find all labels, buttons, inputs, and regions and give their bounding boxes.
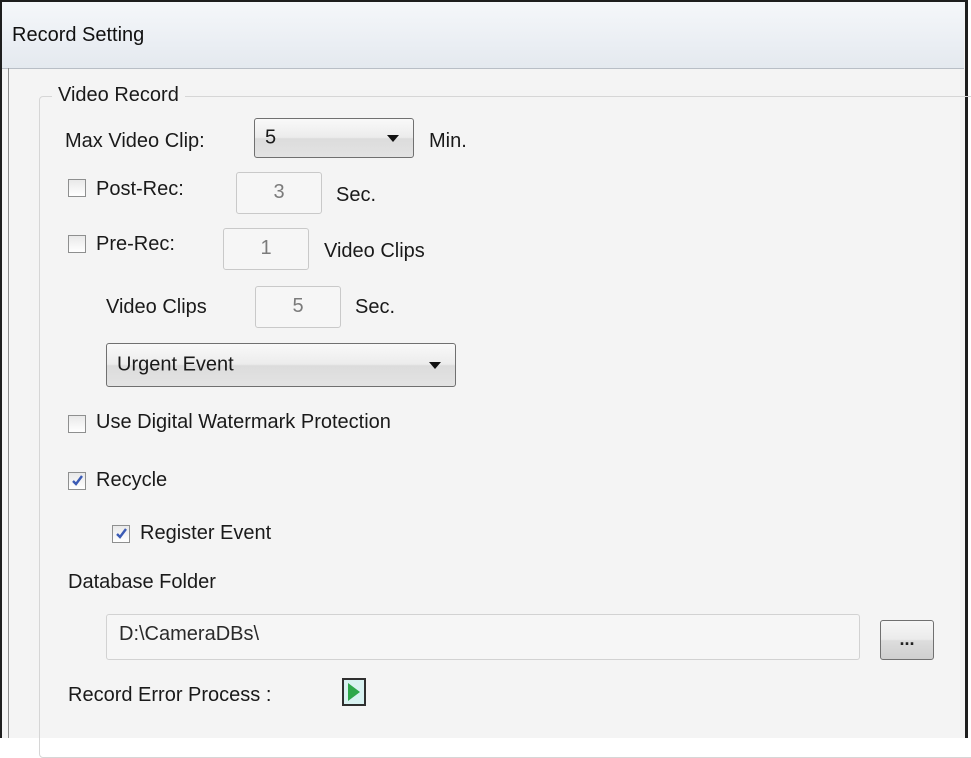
title-bar: Record Setting	[2, 2, 964, 69]
pre-rec-label: Pre-Rec:	[96, 233, 175, 255]
max-video-clip-select[interactable]: 5	[254, 118, 414, 158]
max-video-clip-label: Max Video Clip:	[65, 130, 205, 152]
register-event-checkbox[interactable]	[112, 525, 130, 543]
pre-rec-checkbox[interactable]	[68, 235, 86, 253]
max-video-clip-value: 5	[265, 126, 277, 149]
checkmark-icon	[72, 475, 83, 486]
event-type-select[interactable]: Urgent Event	[106, 343, 456, 387]
post-rec-label: Post-Rec:	[96, 178, 184, 200]
left-divider	[8, 68, 9, 738]
browse-folder-button[interactable]: ...	[880, 620, 934, 660]
group-title: Video Record	[52, 84, 185, 107]
recycle-checkbox[interactable]	[68, 472, 86, 490]
pre-rec-clips-field[interactable]: 1	[223, 228, 309, 270]
post-rec-unit: Sec.	[336, 184, 377, 206]
watermark-checkbox[interactable]	[68, 415, 86, 433]
post-rec-seconds-field[interactable]: 3	[236, 172, 322, 214]
play-icon	[348, 683, 360, 701]
video-clips-unit: Sec.	[355, 296, 396, 318]
recycle-label: Recycle	[96, 469, 168, 491]
chevron-down-icon	[387, 135, 399, 142]
record-error-process-label: Record Error Process :	[68, 684, 272, 706]
register-event-label: Register Event	[140, 522, 272, 544]
window-title: Record Setting	[12, 24, 145, 46]
chevron-down-icon	[429, 362, 441, 369]
database-folder-label: Database Folder	[68, 571, 216, 593]
video-clips-label: Video Clips	[106, 296, 207, 318]
pre-rec-unit: Video Clips	[324, 240, 425, 262]
video-clips-seconds-field[interactable]: 5	[255, 286, 341, 328]
event-type-value: Urgent Event	[117, 353, 234, 376]
database-folder-path-field[interactable]: D:\CameraDBs\	[106, 614, 860, 660]
watermark-label: Use Digital Watermark Protection	[96, 411, 391, 433]
post-rec-checkbox[interactable]	[68, 179, 86, 197]
max-video-clip-unit: Min.	[429, 130, 467, 152]
record-error-process-button[interactable]	[342, 678, 366, 706]
checkmark-icon	[116, 528, 127, 539]
